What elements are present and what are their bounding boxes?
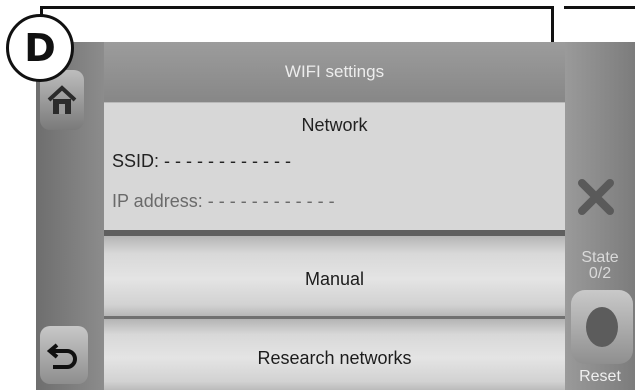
back-arrow-icon [47, 343, 77, 369]
callout-line-top [40, 6, 554, 9]
state-indicator: State 0/2 [565, 250, 635, 282]
callout-badge: D [6, 14, 74, 82]
network-panel: Network SSID: - - - - - - - - - - - - IP… [104, 102, 565, 231]
state-label: State [581, 249, 619, 266]
research-networks-label: Research networks [257, 347, 412, 368]
manual-label: Manual [304, 268, 365, 289]
title-bar: WIFI settings [104, 42, 565, 102]
state-value: 0/2 [588, 265, 612, 282]
ip-address-value: IP address: - - - - - - - - - - - - [112, 191, 335, 211]
right-sidebar: State 0/2 Reset [565, 42, 635, 390]
close-icon[interactable] [577, 178, 615, 216]
device-screen: WIFI settings Network SSID: - - - - - - … [36, 42, 635, 390]
ssid-value: SSID: - - - - - - - - - - - - [112, 151, 291, 171]
research-networks-button[interactable]: Research networks [104, 316, 565, 390]
callout-line-top-right [564, 6, 635, 9]
reset-knob-icon [586, 307, 618, 347]
home-icon [47, 85, 77, 114]
reset-button[interactable] [571, 290, 633, 364]
back-button[interactable] [40, 326, 88, 384]
manual-button[interactable]: Manual [104, 236, 565, 322]
page-title: WIFI settings [284, 62, 385, 81]
reset-label: Reset [579, 368, 621, 385]
network-title: Network [301, 115, 368, 135]
left-sidebar [36, 42, 104, 390]
